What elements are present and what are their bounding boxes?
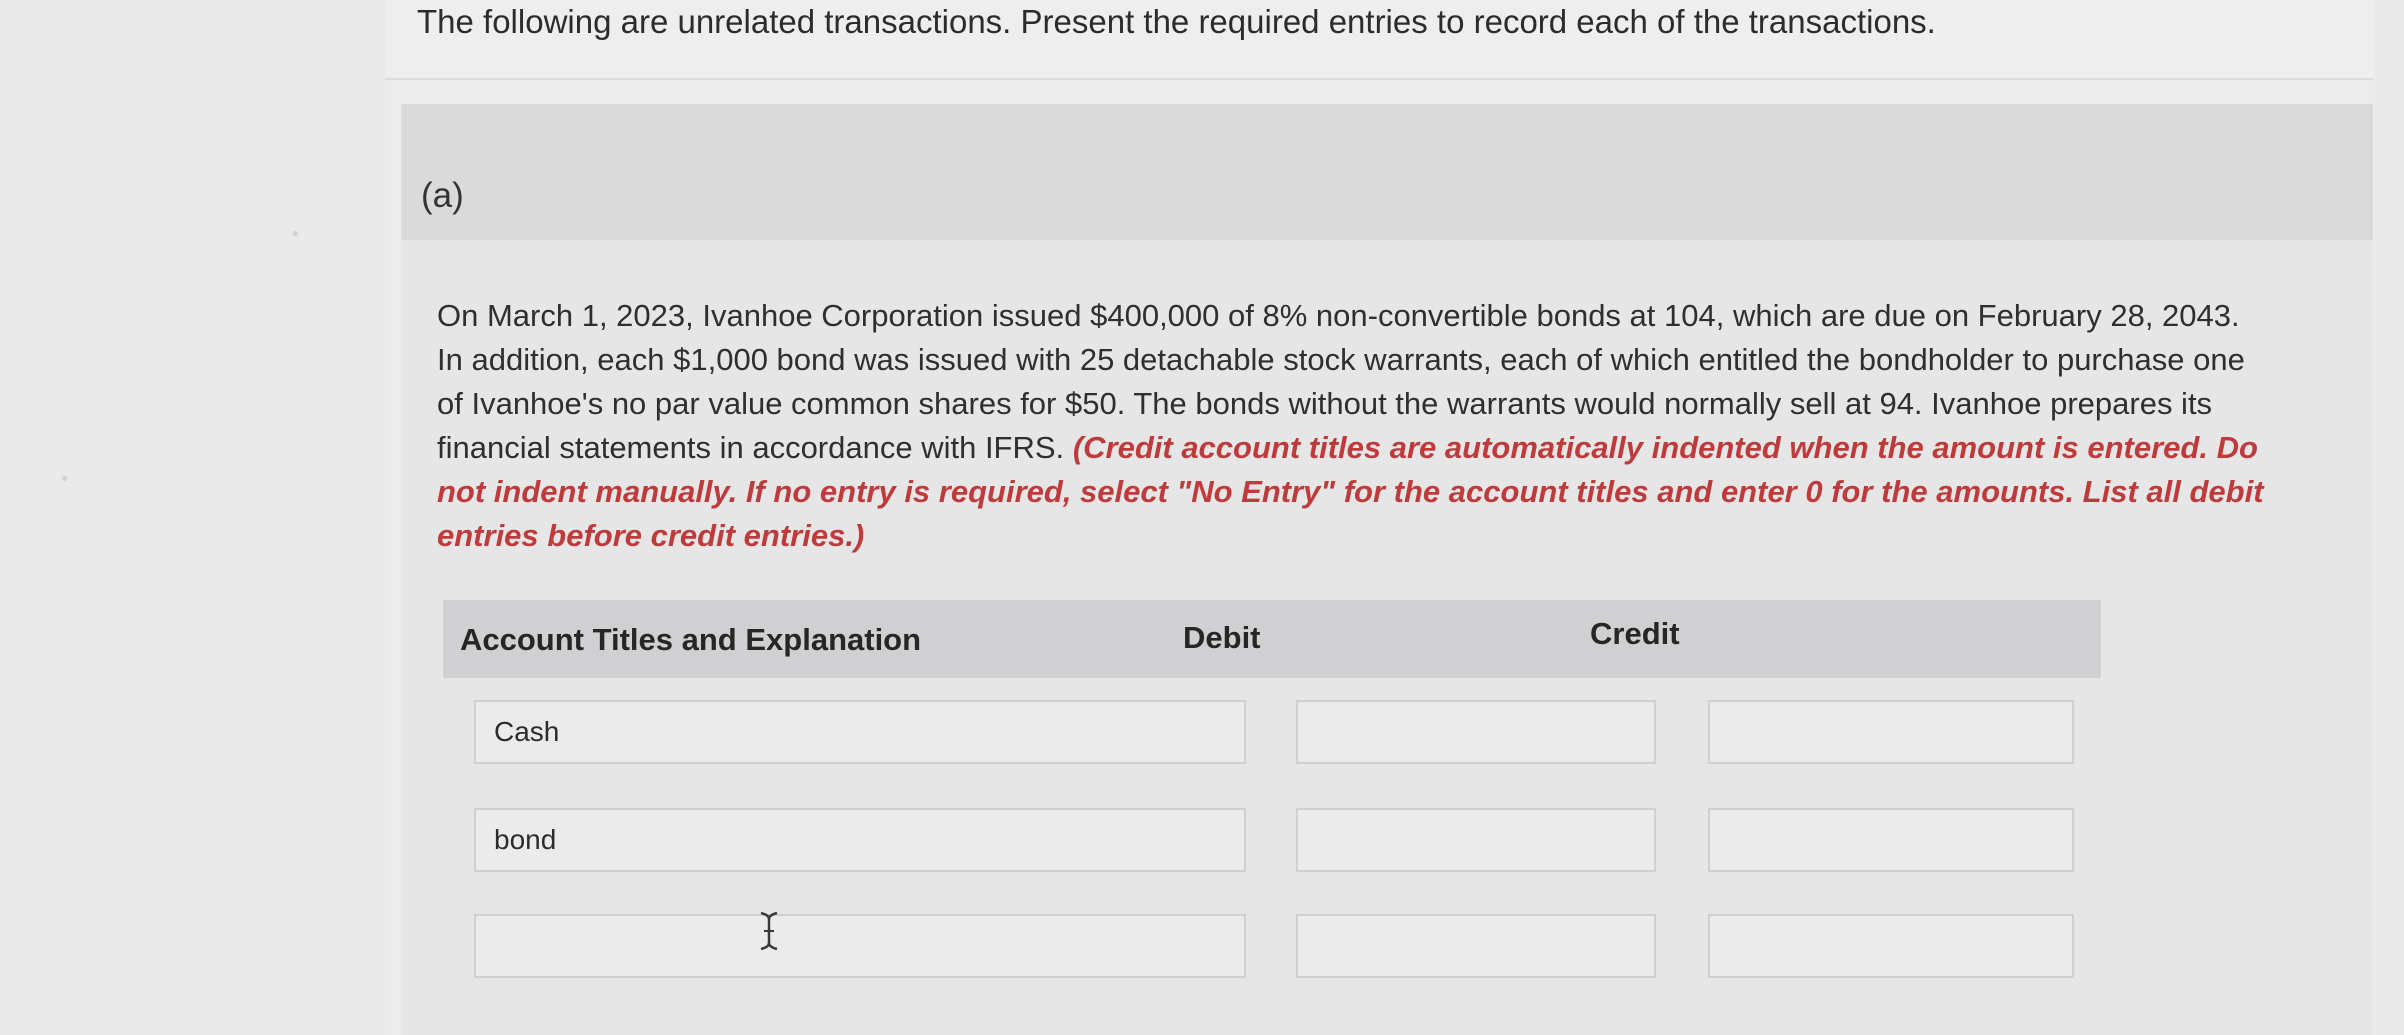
intro-panel: The following are unrelated transactions… <box>385 0 2373 80</box>
header-credit: Credit <box>1590 616 1680 651</box>
background-speck <box>62 476 67 481</box>
page-frame: The following are unrelated transactions… <box>385 0 2375 1035</box>
part-label: (a) <box>421 176 464 215</box>
debit-amount-field[interactable] <box>1296 914 1656 978</box>
account-title-field[interactable]: bond <box>474 808 1246 872</box>
journal-row <box>443 914 2101 986</box>
debit-amount-field[interactable] <box>1296 808 1656 872</box>
text-cursor-icon <box>760 911 778 951</box>
intro-text: The following are unrelated transactions… <box>417 3 1936 40</box>
header-debit: Debit <box>1183 620 1261 655</box>
journal-row: Cash <box>443 700 2101 772</box>
credit-amount-field[interactable] <box>1708 808 2074 872</box>
table-header: Account Titles and Explanation Debit Cre… <box>443 600 2101 678</box>
background-speck <box>293 231 298 236</box>
credit-amount-field[interactable] <box>1708 700 2074 764</box>
journal-row: bond <box>443 808 2101 880</box>
account-title-field[interactable]: Cash <box>474 700 1246 764</box>
question-card: (a) On March 1, 2023, Ivanhoe Corporatio… <box>401 104 2373 1035</box>
credit-amount-field[interactable] <box>1708 914 2074 978</box>
debit-amount-field[interactable] <box>1296 700 1656 764</box>
header-account-titles: Account Titles and Explanation <box>460 622 922 657</box>
journal-entry-table: Account Titles and Explanation Debit Cre… <box>443 600 2101 1000</box>
part-header: (a) <box>401 104 2373 240</box>
problem-area: On March 1, 2023, Ivanhoe Corporation is… <box>401 240 2373 1035</box>
problem-statement: On March 1, 2023, Ivanhoe Corporation is… <box>437 294 2267 558</box>
account-title-field[interactable] <box>474 914 1246 978</box>
